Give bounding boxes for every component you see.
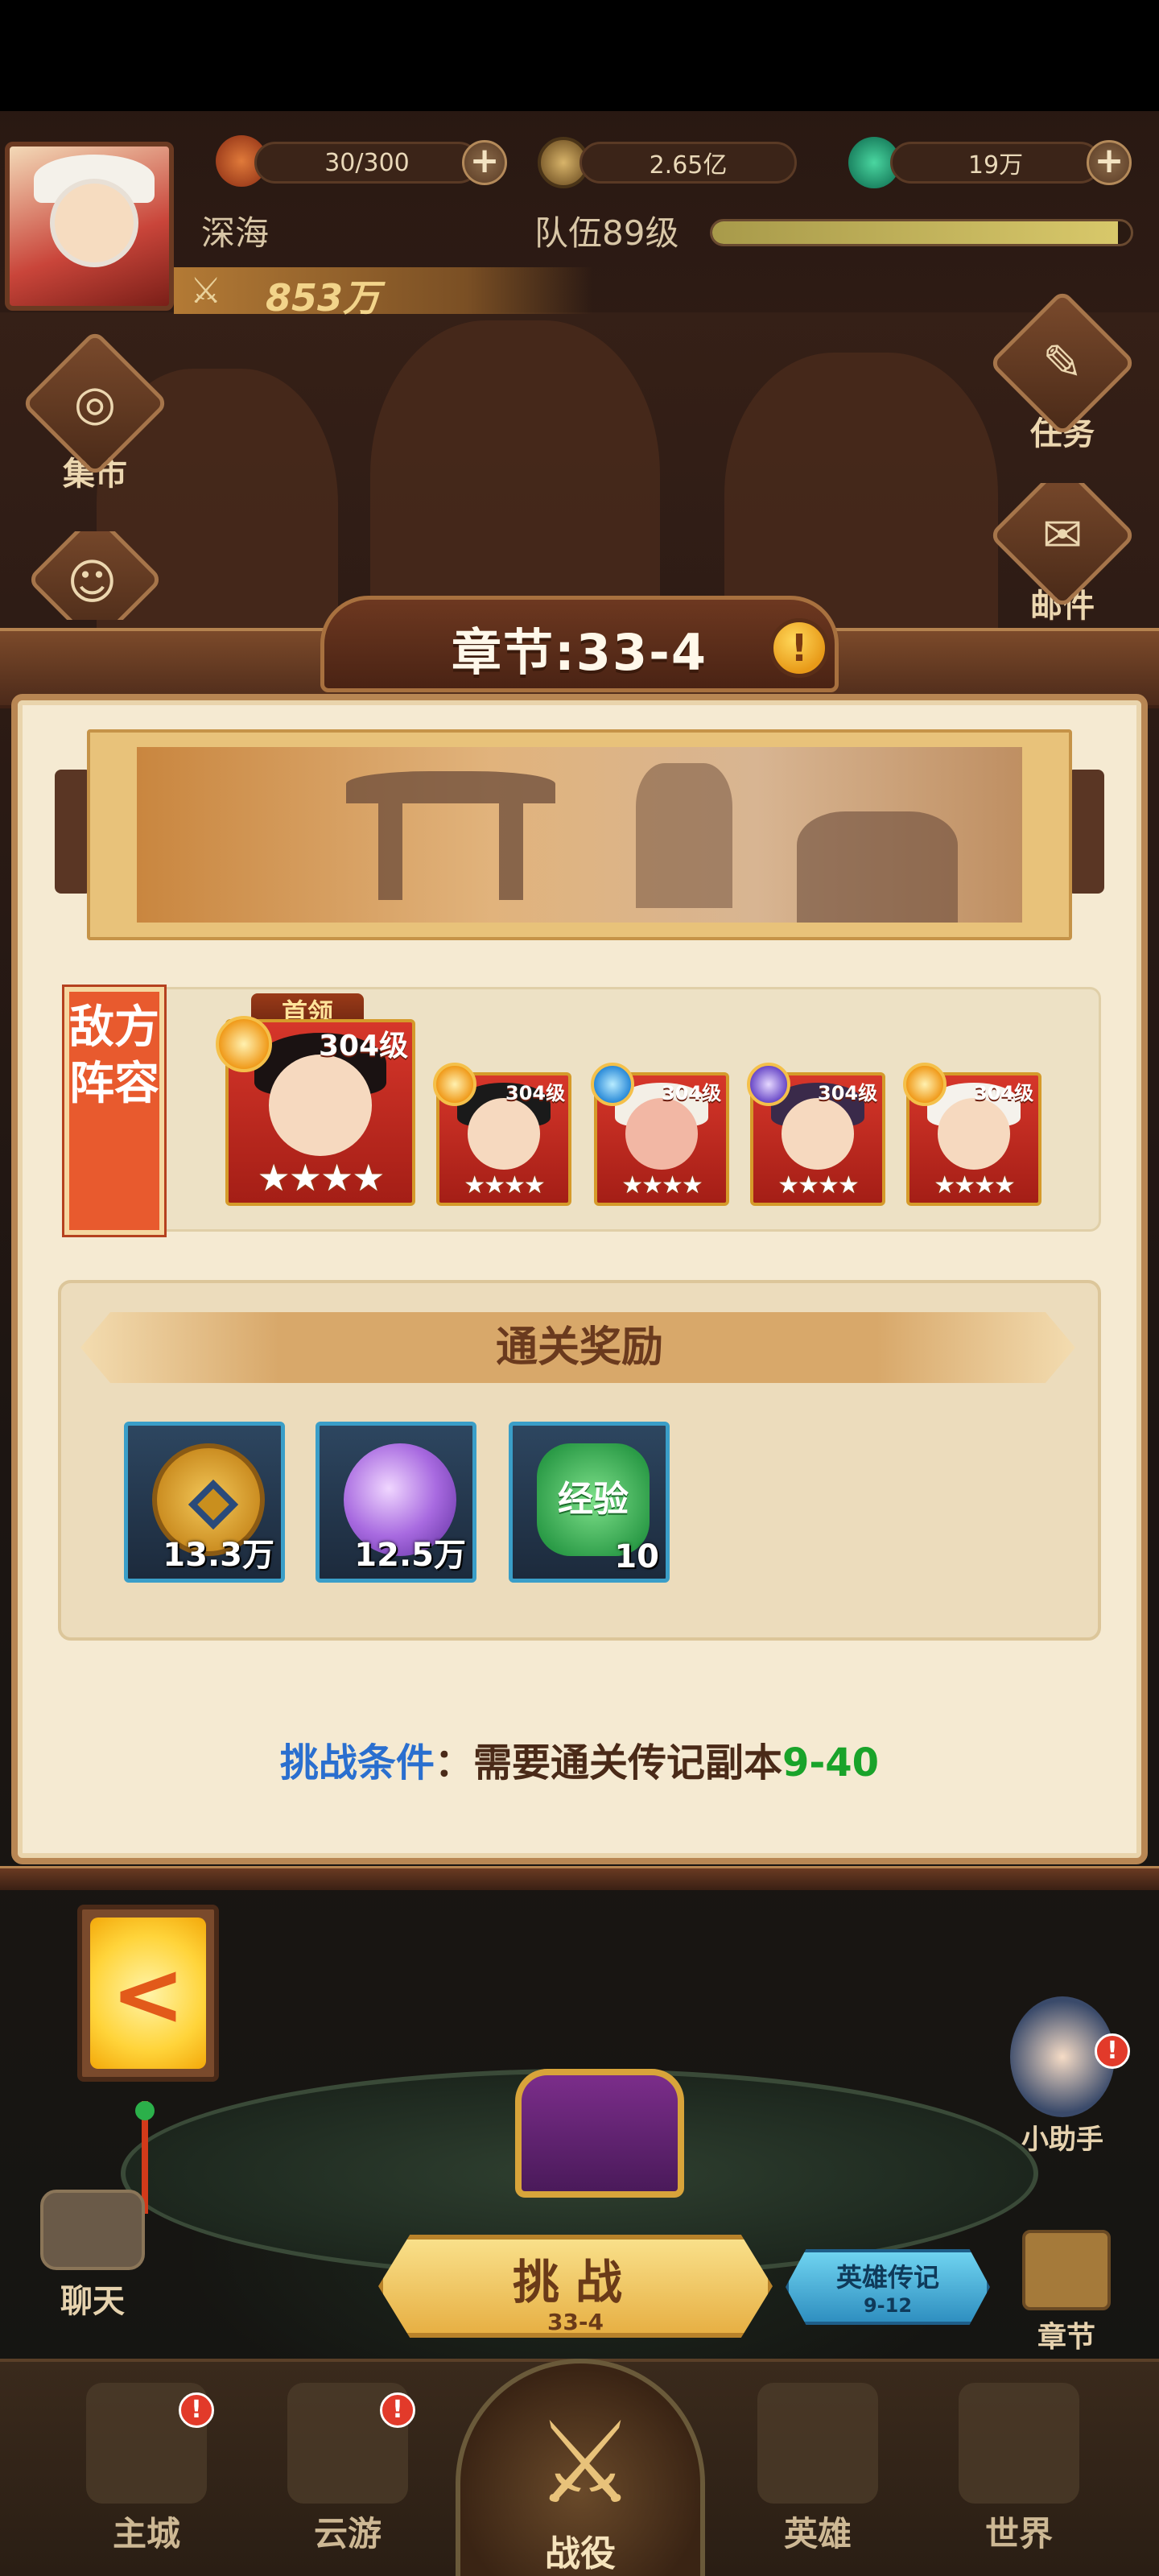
assistant-alert-badge: ! [1095, 2033, 1130, 2069]
task-scroll-icon: ✎ [1041, 335, 1083, 391]
condition-requirement: 9-40 [782, 1740, 880, 1785]
lantern-bead [135, 2101, 155, 2120]
hero-legend-stage: 9-12 [863, 2294, 913, 2317]
condition-colon: ： [434, 1740, 473, 1785]
coin-value: 2.65亿 [649, 151, 728, 180]
banner-scroll-right [1067, 770, 1104, 894]
task-button[interactable]: ✎ 任务 [988, 289, 1136, 454]
hero-stars: ★★★★ [257, 1156, 386, 1199]
moon-element-icon [747, 1063, 790, 1106]
player-avatar[interactable] [5, 142, 174, 311]
reward-title: 通关奖励 [495, 1323, 663, 1372]
nav-label: 世界 [984, 2514, 1053, 2553]
hero-stars: ★★★★ [934, 1171, 1016, 1199]
mail-button[interactable]: ✉ 邮件 [990, 483, 1135, 628]
chat-bubble-icon [40, 2190, 145, 2270]
chapter-scroll-icon [1022, 2230, 1111, 2310]
chat-label: 聊天 [60, 2283, 125, 2320]
sun-element-icon [433, 1063, 476, 1106]
reward-purple-orb[interactable]: 12.5万 [316, 1422, 476, 1583]
mail-envelope-icon: ✉ [1041, 507, 1083, 564]
enemy-hero-level: 304级 [974, 1082, 1034, 1104]
nav-heroes[interactable]: 英雄 [729, 2383, 906, 2556]
nav-alert-badge: ! [380, 2392, 415, 2428]
market-button[interactable]: ◎ 集市 [21, 329, 169, 494]
add-jade-button[interactable]: + [1087, 140, 1132, 185]
chapter-info-button[interactable]: ! [769, 618, 829, 678]
assistant-button[interactable]: 小助手 [998, 1996, 1127, 2157]
enemy-hero-level: 304级 [319, 1030, 409, 1063]
crossed-swords-icon: ⚔ [534, 2398, 636, 2529]
condition-label: 挑战条件 [279, 1740, 435, 1785]
dialog-footer-band [0, 1866, 1159, 1890]
hero-helmet-icon [757, 2383, 878, 2504]
nav-world[interactable]: 世界 [930, 2383, 1107, 2556]
chat-button[interactable]: 聊天 [24, 2190, 161, 2322]
challenge-condition: 挑战条件：需要通关传记副本9-40 [0, 1731, 1159, 1787]
team-exp-fill [712, 221, 1119, 244]
world-mountain-icon [959, 2383, 1079, 2504]
sign-in-cat-icon: ☺ [67, 554, 118, 611]
chapter-title: 章节:33-4 [452, 623, 707, 682]
condition-text: 需要通关传记副本 [472, 1740, 782, 1785]
assistant-label: 小助手 [1021, 2124, 1103, 2156]
hero-legend-label: 英雄传记 [835, 2262, 939, 2293]
back-arrow-icon: < [90, 1918, 206, 2069]
jade-counter: 19万 [890, 142, 1101, 184]
enemy-hero-level: 304级 [662, 1082, 722, 1104]
enemy-lineup-label: 敌方阵容 [69, 1001, 159, 1110]
combat-power: 853万 [266, 276, 381, 320]
fire-element-icon [903, 1063, 947, 1106]
reward-copper-coin[interactable]: 13.3万 [124, 1422, 285, 1583]
crossed-swords-icon: ⚔ [190, 270, 222, 312]
add-stamina-button[interactable]: + [462, 140, 507, 185]
team-level: 队伍89级 [534, 213, 679, 253]
treasure-chest-icon[interactable] [515, 2069, 684, 2198]
enemy-hero-level: 304级 [818, 1082, 878, 1104]
market-coin-icon: ◎ [73, 375, 117, 431]
stamina-value: 30/300 [324, 148, 410, 177]
back-button[interactable]: < [77, 1905, 219, 2082]
hero-legend-button[interactable]: 英雄传记 9-12 [786, 2249, 990, 2325]
reward-experience[interactable]: 经验 10 [509, 1422, 670, 1583]
experience-icon-label: 经验 [558, 1479, 629, 1520]
jade-value: 19万 [967, 151, 1024, 180]
team-exp-bar [710, 219, 1133, 246]
challenge-stage: 33-4 [547, 2309, 604, 2335]
nav-alert-badge: ! [179, 2392, 214, 2428]
enemy-hero-level: 304级 [505, 1082, 566, 1104]
player-name: 深海 [201, 213, 270, 253]
water-element-icon [591, 1063, 634, 1106]
chapter-label: 章节 [1037, 2321, 1095, 2354]
hero-stars: ★★★★ [777, 1171, 860, 1199]
stamina-counter: 30/300 [254, 142, 480, 184]
sign-in-button[interactable]: ☺ [23, 531, 167, 620]
nav-label: 主城 [112, 2514, 180, 2553]
fire-element-icon [216, 1016, 272, 1072]
nav-label: 战役 [545, 2533, 616, 2574]
reward-count: 12.5万 [354, 1537, 466, 1574]
enemy-lineup-tag: 敌方阵容 [62, 985, 167, 1237]
nav-label: 云游 [313, 2514, 382, 2553]
challenge-button[interactable]: 挑战 33-4 [378, 2235, 773, 2338]
hero-stars: ★★★★ [621, 1171, 703, 1199]
power-strip [174, 267, 592, 314]
reward-count: 13.3万 [163, 1537, 274, 1574]
hero-stars: ★★★★ [464, 1171, 546, 1199]
nav-label: 英雄 [783, 2514, 852, 2553]
coin-counter: 2.65亿 [580, 142, 797, 184]
chapter-button[interactable]: 章节 [1006, 2230, 1127, 2355]
challenge-label: 挑战 [512, 2255, 638, 2310]
reward-count: 10 [614, 1538, 659, 1575]
stage-banner-image [137, 747, 1022, 923]
